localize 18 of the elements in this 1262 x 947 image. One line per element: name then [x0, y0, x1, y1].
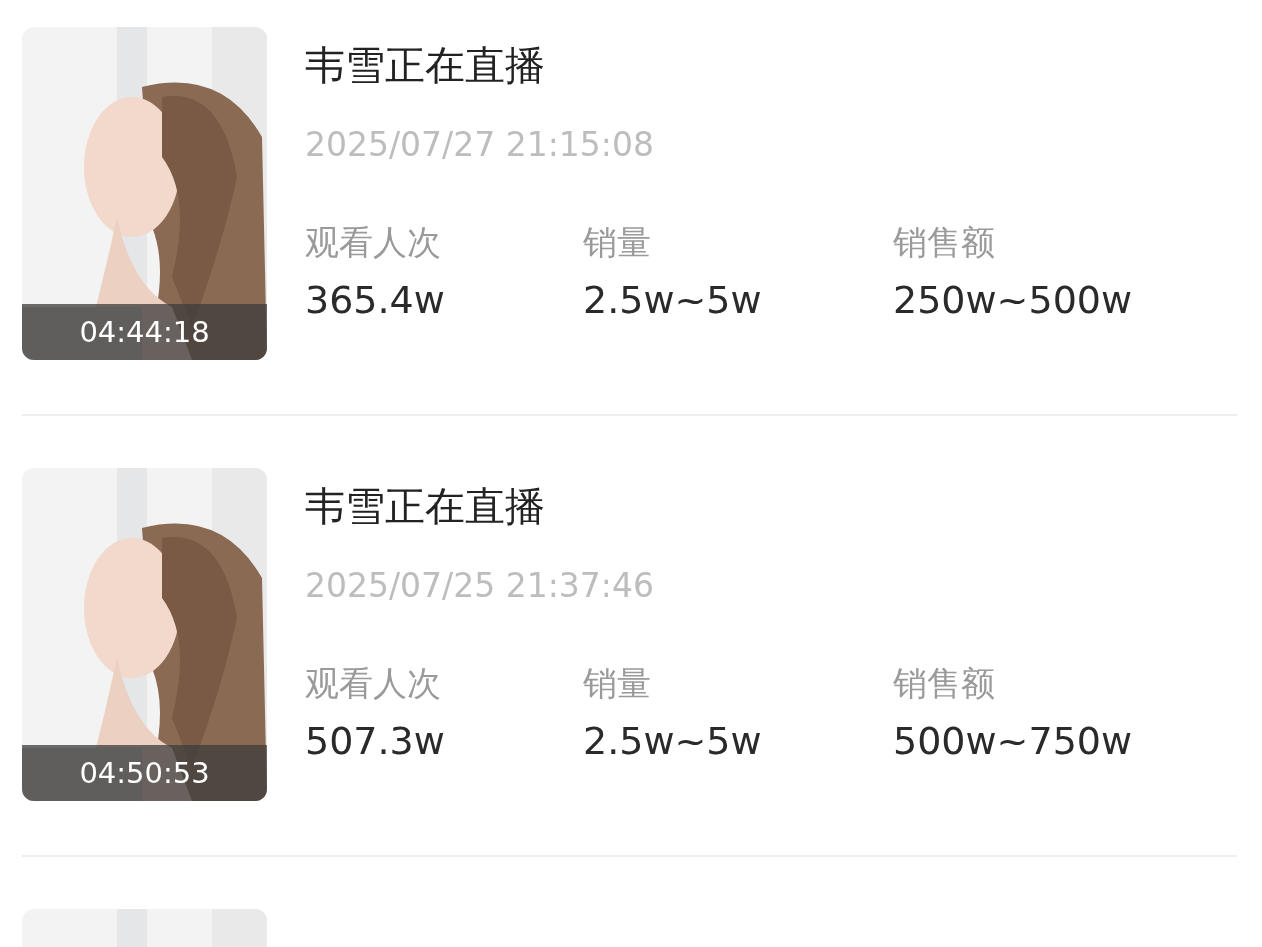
stat-value: 507.3w	[305, 718, 446, 764]
stat-label: 销售额	[893, 662, 996, 704]
stat-value: 2.5w~5w	[583, 277, 763, 323]
stat-label: 观看人次	[305, 221, 442, 263]
stat-label: 销售额	[893, 221, 996, 263]
duration-label: 04:44:18	[22, 304, 267, 360]
live-title: 韦雪正在直播	[305, 41, 546, 90]
stat-label: 销量	[583, 662, 652, 704]
stat-label: 观看人次	[305, 662, 442, 704]
stat-value: 250w~500w	[893, 277, 1133, 323]
stat-value: 2.5w~5w	[583, 718, 763, 764]
stat-value: 500w~750w	[893, 718, 1133, 764]
live-title: 韦雪正在直播	[305, 482, 546, 531]
stat-value: 365.4w	[305, 277, 446, 323]
live-time: 2025/07/27 21:15:08	[305, 124, 655, 166]
stat-label: 销量	[583, 221, 652, 263]
duration-label: 04:50:53	[22, 745, 267, 801]
live-time: 2025/07/25 21:37:46	[305, 565, 655, 607]
